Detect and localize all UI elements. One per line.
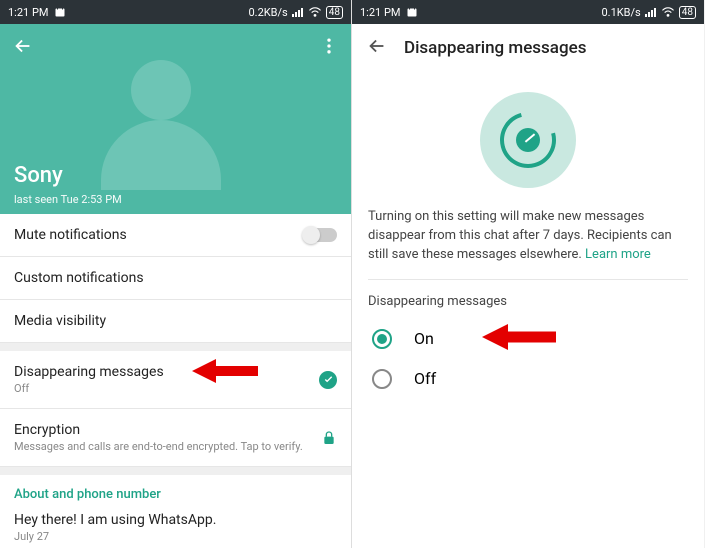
status-bar: 1:21 PM 0.2KB/s 48: [0, 0, 351, 24]
about-text: Hey there! I am using WhatsApp.: [14, 512, 337, 528]
timer-check-icon: [319, 371, 337, 389]
section-label: Disappearing messages: [368, 294, 688, 309]
about-date: July 27: [14, 530, 337, 543]
status-time: 1:21 PM: [360, 6, 400, 19]
learn-more-link[interactable]: Learn more: [585, 247, 651, 262]
lock-icon: [321, 430, 337, 446]
row-media-visibility[interactable]: Media visibility: [0, 300, 351, 343]
back-icon[interactable]: [366, 35, 388, 61]
status-net: 0.2KB/s: [249, 6, 288, 19]
status-time: 1:21 PM: [8, 6, 48, 19]
page-title: Disappearing messages: [404, 38, 586, 58]
row-sub: Off: [14, 382, 164, 395]
signal-icon: [292, 7, 304, 17]
settings-list: Mute notifications Custom notifications …: [0, 214, 351, 548]
wifi-icon: [308, 7, 322, 17]
back-icon[interactable]: [12, 35, 34, 61]
radio-icon[interactable]: [372, 329, 392, 349]
about-header: About and phone number: [0, 467, 351, 506]
contact-info-screen: 1:21 PM 0.2KB/s 48 Sony last: [0, 0, 352, 548]
row-sub: Messages and calls are end-to-end encryp…: [14, 440, 303, 453]
app-bar: Disappearing messages: [352, 24, 704, 72]
avatar[interactable]: [101, 60, 251, 210]
row-about[interactable]: Hey there! I am using WhatsApp. July 27: [0, 506, 351, 548]
more-icon[interactable]: [319, 36, 339, 60]
row-label: Custom notifications: [14, 270, 144, 286]
calendar-icon: [54, 6, 66, 18]
last-seen: last seen Tue 2:53 PM: [14, 193, 122, 206]
disappearing-illustration-icon: [480, 92, 576, 188]
row-custom-notifications[interactable]: Custom notifications: [0, 257, 351, 300]
row-label: Mute notifications: [14, 227, 127, 243]
radio-label: On: [414, 329, 434, 348]
description-text: Turning on this setting will make new me…: [368, 208, 688, 280]
row-disappearing-messages[interactable]: Disappearing messages Off: [0, 343, 351, 409]
annotation-arrow-icon: [190, 353, 260, 393]
radio-icon[interactable]: [372, 369, 392, 389]
row-label: Encryption: [14, 422, 303, 438]
status-net: 0.1KB/s: [602, 6, 641, 19]
row-encryption[interactable]: Encryption Messages and calls are end-to…: [0, 409, 351, 467]
battery-icon: 48: [326, 6, 343, 19]
radio-option-on[interactable]: On: [368, 319, 688, 359]
battery-icon: 48: [679, 6, 696, 19]
row-label: Disappearing messages: [14, 364, 164, 380]
mute-toggle[interactable]: [303, 228, 337, 242]
wifi-icon: [661, 7, 675, 17]
row-mute-notifications[interactable]: Mute notifications: [0, 214, 351, 257]
row-label: Media visibility: [14, 313, 106, 329]
contact-name: Sony: [14, 163, 63, 188]
radio-option-off[interactable]: Off: [368, 359, 688, 399]
radio-label: Off: [414, 369, 436, 388]
calendar-icon: [406, 6, 418, 18]
status-bar: 1:21 PM 0.1KB/s 48: [352, 0, 704, 24]
disappearing-messages-screen: 1:21 PM 0.1KB/s 48 Disappearing messages: [352, 0, 704, 548]
profile-header: Sony last seen Tue 2:53 PM: [0, 24, 351, 214]
annotation-arrow-icon: [480, 317, 558, 361]
signal-icon: [645, 7, 657, 17]
